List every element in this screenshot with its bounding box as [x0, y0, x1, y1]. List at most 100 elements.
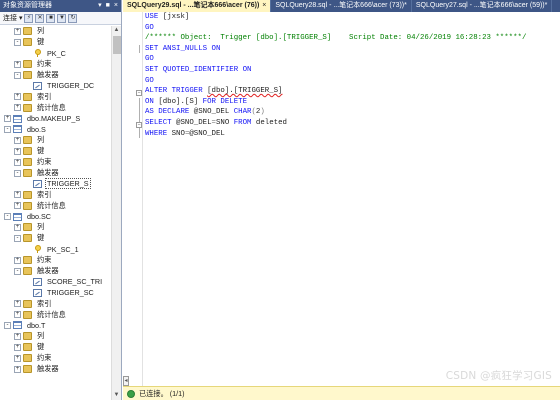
table-icon: [13, 321, 22, 330]
key-icon: [33, 49, 42, 58]
tree-item[interactable]: - 触发器: [0, 168, 111, 179]
tree-item[interactable]: + 索引: [0, 298, 111, 309]
tree-item[interactable]: + 统计信息: [0, 200, 111, 211]
tree-item[interactable]: TRIGGER_DC: [0, 80, 111, 91]
expand-icon[interactable]: +: [14, 60, 21, 68]
tree-item[interactable]: + 索引: [0, 189, 111, 200]
scroll-down-icon[interactable]: ▼: [112, 391, 121, 400]
expand-icon[interactable]: +: [14, 256, 21, 264]
code-line: /****** Object: Trigger [dbo].[TRIGGER_S…: [145, 33, 526, 44]
tree-item[interactable]: PK_C: [0, 48, 111, 59]
code-lines: USE [jxsk] GO/****** Object: Trigger [dbo…: [145, 12, 526, 139]
expand-icon[interactable]: +: [14, 300, 21, 308]
tree-item[interactable]: - 触发器: [0, 70, 111, 81]
object-explorer-title: 对象资源管理器: [3, 2, 52, 9]
tree-item[interactable]: -键: [0, 233, 111, 244]
expand-icon[interactable]: +: [14, 311, 21, 319]
expand-icon[interactable]: +: [14, 104, 21, 112]
expand-icon[interactable]: +: [4, 115, 11, 123]
watermark: CSDN @疯狂学习GIS: [445, 370, 552, 382]
tree-item[interactable]: - dbo.SC: [0, 211, 111, 222]
disconnect-icon[interactable]: ✕: [35, 13, 45, 23]
scroll-up-icon[interactable]: ▲: [112, 26, 121, 35]
expand-icon[interactable]: +: [14, 223, 21, 231]
tree-item-label: PK_SC_1: [47, 244, 79, 254]
tree-item[interactable]: - 触发器: [0, 266, 111, 277]
tree-item-label: 触发器: [37, 266, 59, 276]
tree-item[interactable]: + dbo.MAKEUP_S: [0, 113, 111, 124]
folder-icon: [23, 92, 32, 101]
expand-icon[interactable]: +: [14, 158, 21, 166]
collapse-icon[interactable]: −: [136, 122, 142, 128]
tree-item[interactable]: + 约束: [0, 255, 111, 266]
tree-item[interactable]: + 列: [0, 222, 111, 233]
filter-icon[interactable]: ▼: [57, 13, 67, 23]
tree-item-label: TRIGGER_S: [45, 178, 91, 190]
tree-item-label: PK_C: [47, 48, 66, 58]
tree-item[interactable]: -键: [0, 37, 111, 48]
code-line: AS DECLARE @SNO_DEL CHAR(2): [145, 107, 526, 118]
object-explorer-scrollbar[interactable]: ▲ ▼: [111, 26, 121, 400]
tree-item[interactable]: + 约束: [0, 59, 111, 70]
tree-item[interactable]: - dbo.S: [0, 124, 111, 135]
collapse-icon[interactable]: -: [14, 169, 21, 177]
tree-item-label: dbo.S: [27, 124, 46, 134]
close-tab-icon[interactable]: ×: [262, 0, 266, 12]
query-editor-area: SQLQuery29.sql - ...笔记本666\acer (76)) × SQ…: [123, 0, 560, 400]
expand-icon[interactable]: +: [14, 147, 21, 155]
tree-item[interactable]: + 键: [0, 146, 111, 157]
expand-icon[interactable]: +: [14, 354, 21, 362]
horizontal-scroll-left-icon[interactable]: ◂: [123, 376, 129, 386]
collapse-icon[interactable]: -: [14, 71, 21, 79]
tree-item[interactable]: + 统计信息: [0, 309, 111, 320]
tree-item[interactable]: + 键: [0, 342, 111, 353]
pin-icon[interactable]: ■: [106, 0, 110, 12]
expand-icon[interactable]: +: [14, 136, 21, 144]
dropdown-icon[interactable]: ▾: [98, 0, 102, 12]
tree-item[interactable]: TRIGGER_SC: [0, 287, 111, 298]
expand-icon[interactable]: +: [14, 332, 21, 340]
tab-query-1[interactable]: SQLQuery29.sql - ...笔记本666\acer (76)) ×: [123, 0, 272, 12]
expand-icon[interactable]: +: [14, 191, 21, 199]
tree-item[interactable]: + 列: [0, 135, 111, 146]
collapse-icon[interactable]: -: [4, 213, 11, 221]
trigger-icon: [33, 81, 42, 90]
tab-query-2[interactable]: SQLQuery28.sql - ...笔记本666\acer (73))*: [271, 0, 412, 12]
tree-item[interactable]: - dbo.T: [0, 320, 111, 331]
tree-item[interactable]: SCORE_SC_TRI: [0, 276, 111, 287]
tab-query-3[interactable]: SQLQuery27.sql - ...笔记本666\acer (59))*: [412, 0, 553, 12]
expand-icon[interactable]: +: [14, 93, 21, 101]
tree-item[interactable]: + 索引: [0, 91, 111, 102]
tree-item[interactable]: + 触发器: [0, 364, 111, 375]
tree-spacer: [24, 245, 31, 253]
tree-item[interactable]: + 约束: [0, 157, 111, 168]
tree-item[interactable]: + 列: [0, 331, 111, 342]
collapse-icon[interactable]: -: [14, 234, 21, 242]
scrollbar-thumb[interactable]: [113, 36, 121, 54]
tree-item[interactable]: + 约束: [0, 353, 111, 364]
expand-icon[interactable]: +: [14, 365, 21, 373]
collapse-icon[interactable]: −: [136, 90, 142, 96]
code-token: SET QUOTED_IDENTIFIER ON: [145, 65, 252, 74]
tree-item-label: TRIGGER_SC: [47, 288, 94, 298]
collapse-icon[interactable]: -: [14, 38, 21, 46]
connect-icon[interactable]: ⚡: [24, 13, 34, 23]
expand-icon[interactable]: +: [14, 343, 21, 351]
tree-item-label: SCORE_SC_TRI: [47, 277, 103, 287]
connect-button[interactable]: 连接 ▾: [3, 13, 22, 23]
refresh-icon[interactable]: ↻: [68, 13, 78, 23]
stop-icon[interactable]: ■: [46, 13, 56, 23]
expand-icon[interactable]: +: [14, 27, 21, 35]
folder-icon: [23, 223, 32, 232]
tree-item[interactable]: TRIGGER_S: [0, 178, 111, 190]
close-icon[interactable]: ×: [114, 0, 118, 12]
tree-item[interactable]: + 列: [0, 26, 111, 37]
sql-code-editor[interactable]: − − USE [jxsk] GO/****** Object: Trigger …: [123, 12, 560, 386]
collapse-icon[interactable]: -: [14, 267, 21, 275]
collapse-icon[interactable]: -: [4, 321, 11, 329]
collapse-icon[interactable]: -: [4, 125, 11, 133]
expand-icon[interactable]: +: [14, 202, 21, 210]
code-token: @SNO_DEL: [189, 129, 225, 138]
tree-item[interactable]: PK_SC_1: [0, 244, 111, 255]
tree-item[interactable]: + 统计信息: [0, 102, 111, 113]
